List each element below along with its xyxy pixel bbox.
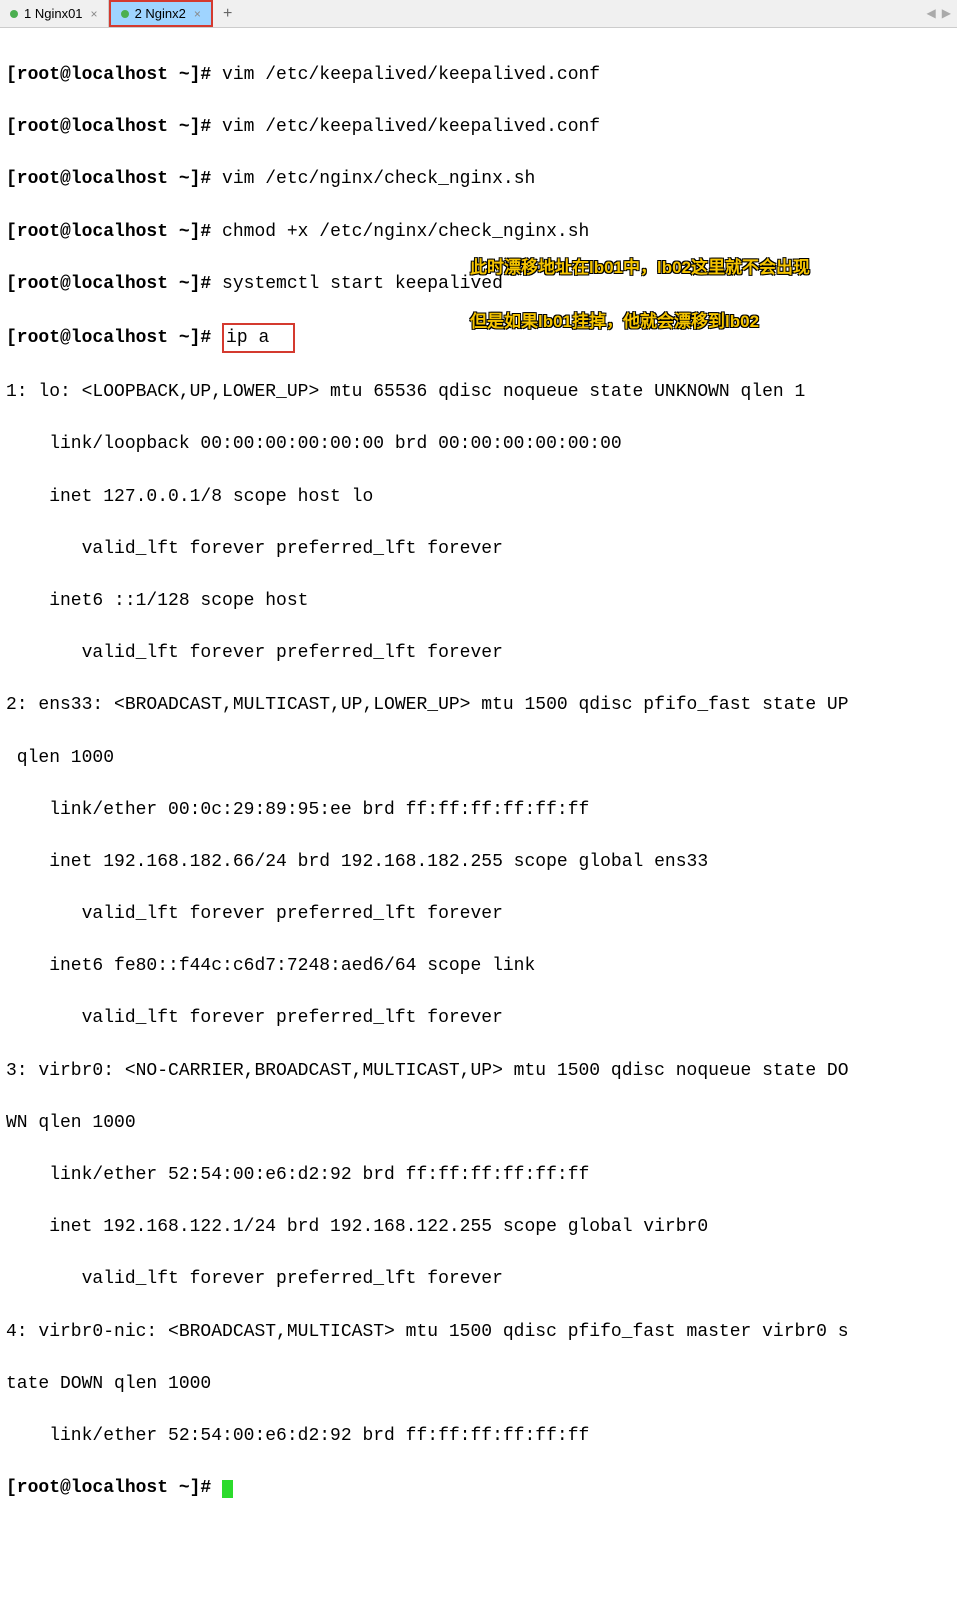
command-text: chmod +x /etc/nginx/check_nginx.sh [222,222,589,242]
command-text: ip a [226,328,269,348]
shell-prompt: [root@localhost ~]# [6,328,222,348]
shell-prompt: [root@localhost ~]# [6,65,222,85]
output-line: valid_lft forever preferred_lft forever [6,536,951,562]
close-icon[interactable]: × [91,7,98,21]
output-line: link/loopback 00:00:00:00:00:00 brd 00:0… [6,431,951,457]
shell-prompt: [root@localhost ~]# [6,1478,222,1498]
output-line: 3: virbr0: <NO-CARRIER,BROADCAST,MULTICA… [6,1058,951,1084]
command-text: vim /etc/keepalived/keepalived.conf [222,117,600,137]
output-line: valid_lft forever preferred_lft forever [6,1266,951,1292]
shell-prompt: [root@localhost ~]# [6,274,222,294]
output-line: qlen 1000 [6,745,951,771]
output-line: WN qlen 1000 [6,1110,951,1136]
tab-nav: ◀ ▶ [927,6,957,21]
nav-right-icon[interactable]: ▶ [942,6,951,21]
output-line: link/ether 00:0c:29:89:95:ee brd ff:ff:f… [6,797,951,823]
output-line: inet6 fe80::f44c:c6d7:7248:aed6/64 scope… [6,953,951,979]
output-line: 1: lo: <LOOPBACK,UP,LOWER_UP> mtu 65536 … [6,379,951,405]
tab-label: 2 Nginx2 [135,6,186,21]
output-line: inet 127.0.0.1/8 scope host lo [6,484,951,510]
close-icon[interactable]: × [194,7,201,21]
command-text: vim /etc/nginx/check_nginx.sh [222,169,535,189]
shell-prompt: [root@localhost ~]# [6,117,222,137]
status-dot-icon [10,10,18,18]
output-line: inet6 ::1/128 scope host [6,588,951,614]
status-dot-icon [121,10,129,18]
output-line: inet 192.168.122.1/24 brd 192.168.122.25… [6,1214,951,1240]
cursor-icon [222,1480,233,1498]
output-line: link/ether 52:54:00:e6:d2:92 brd ff:ff:f… [6,1423,951,1449]
annotation-text: 此时漂移地址在lb01中，lb02这里就不会出现 [470,256,810,281]
tab-label: 1 Nginx01 [24,6,83,21]
output-line: valid_lft forever preferred_lft forever [6,1005,951,1031]
highlighted-command: ip a [222,323,295,353]
tab-nginx2[interactable]: 2 Nginx2 × [109,0,213,27]
command-text: vim /etc/keepalived/keepalived.conf [222,65,600,85]
nav-left-icon[interactable]: ◀ [927,6,936,21]
output-line: link/ether 52:54:00:e6:d2:92 brd ff:ff:f… [6,1162,951,1188]
tab-nginx01[interactable]: 1 Nginx01 × [0,0,109,27]
output-line: valid_lft forever preferred_lft forever [6,901,951,927]
output-line: 4: virbr0-nic: <BROADCAST,MULTICAST> mtu… [6,1319,951,1345]
command-text: systemctl start keepalived [222,274,503,294]
output-line: 2: ens33: <BROADCAST,MULTICAST,UP,LOWER_… [6,692,951,718]
annotation-text: 但是如果lb01挂掉，他就会漂移到lb02 [470,310,759,335]
shell-prompt: [root@localhost ~]# [6,222,222,242]
terminal-output[interactable]: [root@localhost ~]# vim /etc/keepalived/… [0,28,957,1608]
new-tab-button[interactable]: + [213,5,243,23]
tab-bar: 1 Nginx01 × 2 Nginx2 × + ◀ ▶ [0,0,957,28]
output-line: inet 192.168.182.66/24 brd 192.168.182.2… [6,849,951,875]
output-line: tate DOWN qlen 1000 [6,1371,951,1397]
shell-prompt: [root@localhost ~]# [6,169,222,189]
output-line: valid_lft forever preferred_lft forever [6,640,951,666]
